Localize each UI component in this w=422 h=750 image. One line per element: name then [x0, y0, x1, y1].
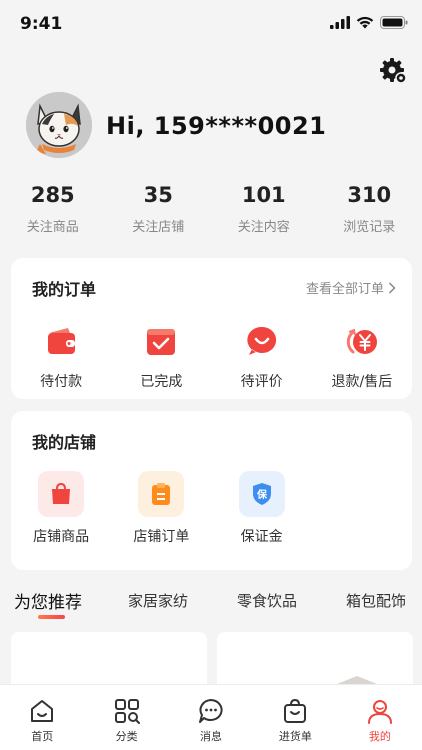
shop-products[interactable]: 店铺商品 [11, 471, 111, 546]
shop-orders-icon-bg [138, 471, 185, 517]
shop-products-label: 店铺商品 [33, 529, 90, 545]
order-pending-payment-label: 待付款 [40, 374, 83, 390]
order-pending-review-label: 待评价 [240, 374, 283, 390]
message-icon [199, 699, 223, 723]
shop-empty-slot [312, 471, 412, 546]
shop-card: 我的店铺 店铺商品 店铺订单 保 保证金 [11, 411, 412, 570]
avatar[interactable] [26, 92, 92, 158]
stat-browse-history[interactable]: 310 浏览记录 [317, 180, 422, 235]
product-image-placeholder [337, 676, 377, 684]
stat-label: 关注商品 [26, 220, 79, 235]
view-all-orders-link[interactable]: 查看全部订单 [306, 278, 396, 297]
shop-products-icon-bg [38, 471, 85, 517]
shop-deposit-label: 保证金 [240, 529, 283, 545]
stat-label: 浏览记录 [343, 220, 396, 235]
clipboard-icon [152, 483, 171, 505]
stat-followed-products[interactable]: 285 关注商品 [0, 180, 106, 235]
order-completed-label: 已完成 [140, 374, 183, 390]
product-card[interactable] [217, 632, 413, 692]
cart-bag-icon [284, 698, 307, 723]
tab-bags-accessories[interactable]: 箱包配饰 [346, 590, 406, 611]
nav-home[interactable]: 首页 [0, 685, 84, 750]
product-card[interactable] [11, 632, 207, 692]
status-icons [330, 16, 408, 29]
status-bar: 9:41 [0, 0, 422, 48]
stat-label: 关注内容 [237, 220, 290, 235]
recommend-tabs: 为您推荐 家居家纺 零食饮品 箱包配饰 [0, 588, 422, 624]
tab-active-indicator [38, 615, 65, 619]
stat-label: 关注店铺 [132, 220, 185, 235]
nav-profile[interactable]: 我的 [338, 685, 422, 750]
settings-button[interactable] [378, 56, 408, 86]
battery-icon [380, 16, 408, 29]
order-completed[interactable]: 已完成 [111, 324, 211, 391]
stat-value: 310 [347, 183, 392, 207]
tab-recommended[interactable]: 为您推荐 [14, 588, 82, 613]
wallet-icon [48, 328, 76, 354]
order-refund-aftersale[interactable]: 退款/售后 [312, 324, 412, 391]
orders-title: 我的订单 [32, 280, 97, 299]
user-greeting: Hi, 159****0021 [106, 112, 327, 140]
order-status-grid: 待付款 已完成 待评价 退款/售后 [11, 324, 412, 391]
stat-value: 35 [143, 183, 173, 207]
wifi-icon [356, 16, 374, 29]
order-pending-review[interactable]: 待评价 [212, 324, 312, 391]
home-icon [31, 700, 54, 722]
gear-icon [380, 58, 407, 84]
check-box-icon [147, 329, 176, 355]
bottom-nav: 首页 分类 消息 进货单 我的 [0, 684, 422, 750]
category-icon [114, 699, 140, 724]
nav-purchase-list[interactable]: 进货单 [253, 685, 337, 750]
profile-icon [367, 700, 392, 724]
stat-followed-shops[interactable]: 35 关注店铺 [106, 180, 212, 235]
nav-profile-label: 我的 [368, 730, 391, 743]
refund-yen-icon [346, 328, 377, 354]
nav-purchase-list-label: 进货单 [278, 730, 312, 743]
nav-category-label: 分类 [115, 730, 138, 743]
shop-orders[interactable]: 店铺订单 [111, 471, 211, 546]
shop-grid: 店铺商品 店铺订单 保 保证金 [11, 471, 412, 546]
tab-home-textile[interactable]: 家居家纺 [128, 590, 188, 611]
nav-home-label: 首页 [31, 730, 54, 743]
shield-bao-text: 保 [256, 488, 268, 501]
status-time: 9:41 [20, 14, 63, 34]
shop-title: 我的店铺 [32, 433, 97, 452]
chevron-right-icon [388, 281, 396, 294]
stats-row: 285 关注商品 35 关注店铺 101 关注内容 310 浏览记录 [0, 180, 422, 235]
order-pending-payment[interactable]: 待付款 [11, 324, 111, 391]
stat-value: 285 [30, 183, 75, 207]
stat-followed-content[interactable]: 101 关注内容 [211, 180, 317, 235]
signal-icon [330, 16, 350, 29]
shield-bao-icon: 保 [252, 483, 271, 505]
smile-chat-icon [246, 326, 276, 355]
nav-messages-label: 消息 [200, 730, 223, 743]
orders-card: 我的订单 查看全部订单 待付款 已完成 待评价 退款/售后 [11, 258, 412, 399]
tab-snacks-drinks[interactable]: 零食饮品 [237, 590, 297, 611]
shopping-bag-icon [52, 482, 71, 504]
cat-avatar-icon [26, 92, 92, 158]
nav-category[interactable]: 分类 [84, 685, 168, 750]
shop-deposit[interactable]: 保 保证金 [212, 471, 312, 546]
view-all-orders-label: 查看全部订单 [305, 282, 384, 297]
shop-orders-label: 店铺订单 [133, 529, 190, 545]
shop-deposit-icon-bg: 保 [238, 471, 285, 517]
order-refund-aftersale-label: 退款/售后 [331, 374, 393, 390]
nav-messages[interactable]: 消息 [169, 685, 253, 750]
stat-value: 101 [241, 183, 286, 207]
